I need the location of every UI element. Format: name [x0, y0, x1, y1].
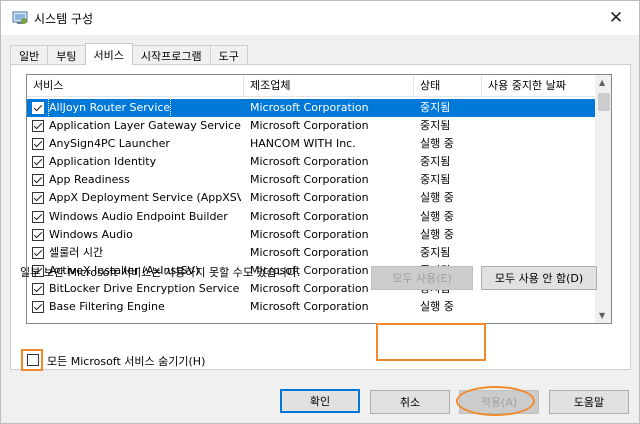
table-row[interactable]: App Readiness Microsoft Corporation 중지됨: [27, 171, 596, 189]
service-manufacturer: HANCOM WITH Inc.: [250, 137, 356, 151]
enable-all-button[interactable]: 모두 사용(E): [371, 266, 473, 290]
security-note: 일부 보안 Microsoft 서비스는 사용하지 못할 수도 있습니다.: [20, 266, 301, 279]
table-row[interactable]: AllJoyn Router Service Microsoft Corporat…: [27, 98, 596, 118]
tab-boot[interactable]: 부팅: [47, 45, 86, 65]
tab-startup[interactable]: 시작프로그램: [131, 45, 211, 65]
service-status: 중지됨: [420, 101, 451, 114]
ok-button[interactable]: 확인: [280, 389, 360, 413]
hide-ms-services-checkbox[interactable]: [27, 354, 39, 366]
service-manufacturer: Microsoft Corporation: [250, 227, 369, 241]
column-header-service[interactable]: 서비스: [27, 75, 244, 97]
table-row[interactable]: Application Identity Microsoft Corporatio…: [27, 153, 596, 171]
service-status: 실행 중: [420, 227, 454, 241]
service-status: 중지됨: [420, 173, 451, 187]
table-row[interactable]: 셀룰러 시간 Microsoft Corporation 중지됨: [27, 244, 596, 262]
service-checkbox[interactable]: [32, 156, 44, 169]
services-panel: 서비스 제조업체 상태 사용 중지한 날짜 AllJoyn Router Ser…: [10, 64, 631, 370]
service-name: AppX Deployment Service (AppXSV...: [49, 191, 241, 205]
service-checkbox[interactable]: [32, 138, 44, 151]
help-button[interactable]: 도움말: [549, 390, 629, 414]
service-manufacturer: Microsoft Corporation: [250, 300, 369, 314]
service-checkbox[interactable]: [32, 246, 44, 259]
service-status: 중지됨: [420, 155, 451, 169]
cancel-button[interactable]: 취소: [370, 390, 450, 414]
highlight-annotation-rect: [376, 323, 486, 361]
service-status: 실행 중: [420, 300, 454, 314]
service-manufacturer: Microsoft Corporation: [250, 281, 369, 295]
service-manufacturer: Microsoft Corporation: [250, 209, 369, 223]
highlight-annotation-oval: [456, 386, 535, 416]
table-row[interactable]: AnySign4PC Launcher HANCOM WITH Inc. 실행 중: [27, 135, 596, 153]
title-bar: 시스템 구성 ✕: [1, 1, 639, 35]
service-manufacturer: Microsoft Corporation: [250, 173, 369, 187]
service-name: 셀룰러 시간: [49, 245, 104, 259]
service-name: Application Identity: [49, 155, 157, 169]
column-header-status[interactable]: 상태: [414, 75, 482, 97]
service-checkbox[interactable]: [32, 210, 44, 223]
service-name: AnySign4PC Launcher: [49, 137, 170, 151]
service-name: Base Filtering Engine: [49, 300, 165, 314]
close-icon: ✕: [608, 8, 624, 28]
service-manufacturer: Microsoft Corporation: [250, 155, 369, 169]
service-checkbox[interactable]: [32, 301, 44, 314]
service-checkbox[interactable]: [32, 192, 44, 205]
service-name: Application Layer Gateway Service: [49, 119, 241, 133]
service-name: Windows Audio Endpoint Builder: [49, 209, 228, 223]
vertical-scrollbar[interactable]: ▲ ▼: [595, 75, 611, 323]
tab-services[interactable]: 서비스: [84, 43, 133, 65]
system-configuration-window: 시스템 구성 ✕ 일반 부팅 서비스 시작프로그램 도구 서비스 제조업체 상태…: [0, 0, 640, 424]
service-name: AllJoyn Router Service: [47, 98, 172, 118]
service-checkbox[interactable]: [32, 282, 44, 295]
tab-tools[interactable]: 도구: [209, 45, 248, 65]
table-row[interactable]: AppX Deployment Service (AppXSV... Micros…: [27, 189, 596, 207]
column-header-date-disabled[interactable]: 사용 중지한 날짜: [482, 75, 596, 97]
service-name: BitLocker Drive Encryption Service: [49, 281, 240, 295]
disable-all-button[interactable]: 모두 사용 안 함(D): [481, 266, 597, 290]
scroll-thumb[interactable]: [598, 93, 610, 111]
list-header: 서비스 제조업체 상태 사용 중지한 날짜: [27, 75, 596, 97]
service-status: 실행 중: [420, 209, 454, 223]
service-name: App Readiness: [49, 173, 130, 187]
service-checkbox[interactable]: [32, 228, 44, 241]
hide-ms-services-label[interactable]: 모든 Microsoft 서비스 숨기기(H): [47, 353, 205, 369]
service-manufacturer: Microsoft Corporation: [250, 119, 369, 133]
service-manufacturer: Microsoft Corporation: [250, 191, 369, 205]
scroll-down-icon[interactable]: ▼: [599, 311, 605, 320]
table-row[interactable]: Windows Audio Microsoft Corporation 실행 중: [27, 226, 596, 244]
table-row[interactable]: Base Filtering Engine Microsoft Corporati…: [27, 298, 596, 316]
service-manufacturer: Microsoft Corporation: [250, 245, 369, 259]
service-checkbox[interactable]: [32, 102, 44, 114]
close-button[interactable]: ✕: [593, 1, 639, 35]
service-checkbox[interactable]: [32, 174, 44, 187]
tab-bar: 일반 부팅 서비스 시작프로그램 도구: [10, 43, 248, 65]
window-title: 시스템 구성: [34, 12, 94, 26]
service-status: 중지됨: [420, 245, 451, 259]
table-row[interactable]: Windows Audio Endpoint Builder Microsoft …: [27, 208, 596, 226]
scroll-up-icon[interactable]: ▲: [599, 78, 605, 87]
system-configuration-icon: [12, 11, 28, 24]
service-name: Windows Audio: [49, 227, 133, 241]
column-header-manufacturer[interactable]: 제조업체: [244, 75, 414, 97]
table-row[interactable]: Application Layer Gateway Service Microso…: [27, 117, 596, 135]
service-status: 실행 중: [420, 191, 454, 205]
service-status: 실행 중: [420, 137, 454, 151]
service-manufacturer: Microsoft Corporation: [250, 101, 369, 114]
service-status: 중지됨: [420, 119, 451, 133]
service-checkbox[interactable]: [32, 120, 44, 133]
tab-general[interactable]: 일반: [10, 45, 49, 65]
